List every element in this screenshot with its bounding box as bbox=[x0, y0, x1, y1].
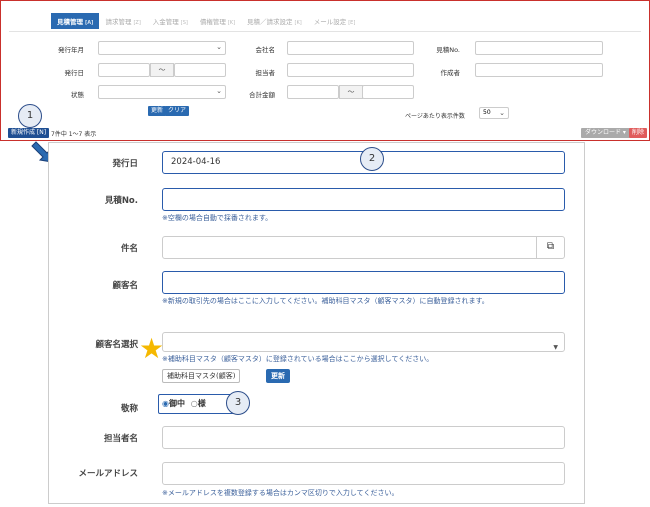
filter-clear-button[interactable]: クリア bbox=[165, 106, 190, 116]
total-amount-label: 合計金額 bbox=[249, 91, 275, 99]
callout-1: 1 bbox=[18, 104, 42, 128]
quote-no-hint: ※空欄の場合自動で採番されます。 bbox=[162, 214, 273, 222]
issue-month-select[interactable]: ⌄ bbox=[98, 41, 226, 55]
customer-name-hint: ※新規の取引先の場合はここに入力してください。補助科目マスタ（顧客マスタ）に自動… bbox=[162, 297, 489, 305]
creator-label: 作成者 bbox=[440, 69, 461, 77]
customer-master-button[interactable]: 補助科目マスタ(顧客) bbox=[162, 369, 241, 383]
person-in-charge-label: 担当者 bbox=[255, 69, 276, 77]
per-page-select[interactable]: 50 ⌄ bbox=[479, 107, 509, 119]
per-page-label: ページあたり表示件数 bbox=[405, 113, 465, 120]
contact-name-label: 担当者名 bbox=[103, 434, 138, 444]
creator-input[interactable] bbox=[475, 63, 603, 77]
company-name-input[interactable] bbox=[287, 41, 414, 55]
caret-down-icon: ▼ bbox=[553, 344, 558, 351]
main-tabs: 見積管理 [A] 請求管理 [Z] 入金管理 [S] 債権管理 [K] 見積／請求設定[… bbox=[51, 13, 361, 29]
tab-divider bbox=[9, 31, 641, 32]
subject-input[interactable]: ⧉ bbox=[162, 236, 565, 259]
callout-3: 3 bbox=[226, 391, 250, 415]
chevron-down-icon: ⌄ bbox=[216, 43, 222, 51]
tab-invoices[interactable]: 請求管理 [Z] bbox=[99, 13, 146, 29]
delete-button[interactable]: 削除 bbox=[629, 128, 648, 138]
issue-month-label: 発行年月 bbox=[58, 46, 84, 54]
email-label: メールアドレス bbox=[78, 469, 138, 479]
honorific-radio-group: ◉御中 ○様 bbox=[158, 394, 234, 414]
total-amount-tilde: ～ bbox=[339, 85, 363, 99]
download-button[interactable]: ダウンロード ▾ bbox=[581, 128, 630, 138]
contact-name-input[interactable] bbox=[162, 426, 565, 449]
quote-list-panel: 見積管理 [A] 請求管理 [Z] 入金管理 [S] 債権管理 [K] 見積／請求設定[… bbox=[0, 0, 650, 141]
tab-quotes[interactable]: 見積管理 [A] bbox=[51, 13, 100, 29]
copy-icon[interactable]: ⧉ bbox=[536, 236, 564, 259]
issue-date-filter-label: 発行日 bbox=[64, 69, 85, 77]
issue-date-label: 発行日 bbox=[112, 159, 138, 169]
tab-mail-settings[interactable]: メール設定 [E] bbox=[308, 13, 362, 29]
customer-name-input[interactable] bbox=[162, 271, 565, 294]
total-amount-from-input[interactable] bbox=[287, 85, 339, 99]
subject-label: 件名 bbox=[120, 244, 138, 254]
customer-select-hint: ※補助科目マスタ（顧客マスタ）に登録されている場合はここから選択してください。 bbox=[162, 355, 434, 363]
result-count: 7件中 1〜7 表示 bbox=[51, 131, 97, 138]
customer-select[interactable]: ▼ bbox=[162, 332, 565, 352]
tab-payments[interactable]: 入金管理 [S] bbox=[147, 13, 194, 29]
customer-name-label: 顧客名 bbox=[112, 281, 138, 291]
status-select[interactable]: ⌄ bbox=[98, 85, 226, 99]
star-icon: ★ bbox=[139, 332, 165, 365]
chevron-down-icon: ⌄ bbox=[499, 109, 505, 117]
email-hint: ※メールアドレスを複数登録する場合はカンマ区切りで入力してください。 bbox=[162, 489, 399, 497]
issue-date-from-input[interactable] bbox=[98, 63, 150, 77]
person-in-charge-input[interactable] bbox=[287, 63, 414, 77]
issue-date-tilde: ～ bbox=[150, 63, 174, 77]
customer-refresh-button[interactable]: 更新 bbox=[266, 369, 290, 383]
radio-sama[interactable]: ○様 bbox=[191, 399, 206, 408]
quote-no-input[interactable] bbox=[162, 188, 565, 211]
quote-no-label: 見積No. bbox=[104, 196, 138, 206]
honorific-label: 敬称 bbox=[120, 404, 138, 414]
email-input[interactable] bbox=[162, 462, 565, 485]
tab-quote-invoice-settings[interactable]: 見積／請求設定 [K] bbox=[241, 13, 308, 29]
filter-update-button[interactable]: 更新 bbox=[148, 106, 167, 116]
callout-2: 2 bbox=[360, 147, 384, 171]
quote-no-filter-input[interactable] bbox=[475, 41, 603, 55]
status-label: 状態 bbox=[71, 91, 84, 99]
new-quote-button[interactable]: 新規作成 [N] bbox=[8, 128, 50, 138]
tab-receivables[interactable]: 債権管理 [K] bbox=[194, 13, 241, 29]
chevron-down-icon: ⌄ bbox=[216, 87, 222, 95]
customer-select-label: 顧客名選択 bbox=[95, 340, 138, 350]
quote-no-filter-label: 見積No. bbox=[436, 46, 460, 54]
total-amount-to-input[interactable] bbox=[362, 85, 414, 99]
radio-onchu[interactable]: ◉御中 bbox=[162, 399, 185, 408]
company-name-label: 会社名 bbox=[255, 46, 276, 54]
issue-date-to-input[interactable] bbox=[174, 63, 226, 77]
